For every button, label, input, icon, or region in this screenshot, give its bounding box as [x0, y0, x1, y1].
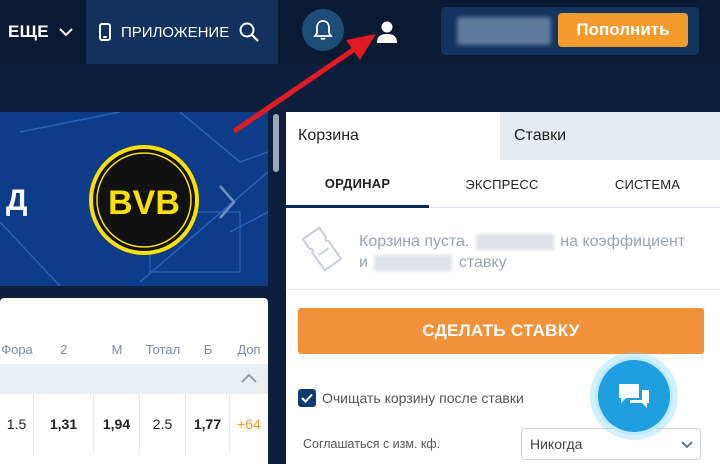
- empty-text-line1-start: Корзина пуста.: [359, 233, 470, 250]
- odds-header-handicap: Фора: [1, 342, 33, 357]
- notifications-button[interactable]: [302, 9, 344, 51]
- tab-bets[interactable]: Ставки: [500, 112, 720, 160]
- more-menu[interactable]: ЕЩЕ: [8, 20, 74, 44]
- odds-cell-2[interactable]: 1,31: [34, 394, 94, 454]
- odds-table: Фора 2 М Тотал Б Доп 1.5 1,31 1,94 2.5 1…: [0, 298, 268, 464]
- odds-change-value: Никогда: [530, 436, 583, 452]
- empty-text-line1-end: на коэффициент: [560, 233, 686, 250]
- support-chat-button[interactable]: [598, 360, 670, 432]
- empty-text-line2-start: и: [359, 254, 368, 271]
- blurred-text: [374, 254, 453, 271]
- empty-cart-text: Корзина пуста. на коэффициент и ставку: [359, 231, 709, 273]
- chevron-down-icon: [681, 441, 693, 449]
- tab-express[interactable]: ЭКСПРЕСС: [429, 162, 575, 208]
- app-tab-label: ПРИЛОЖЕНИЕ: [121, 23, 230, 41]
- ticket-icon: [301, 226, 343, 272]
- odds-cell-total: 2.5: [140, 394, 186, 454]
- odds-header-over: Б: [203, 342, 213, 357]
- odds-cell-more[interactable]: +64: [230, 394, 268, 454]
- blurred-text: [475, 233, 554, 250]
- place-bet-button[interactable]: СДЕЛАТЬ СТАВКУ: [298, 308, 704, 354]
- svg-text:BVB: BVB: [108, 184, 180, 222]
- balance-panel: Пополнить: [441, 7, 699, 55]
- odds-change-label: Соглашаться с изм. кф.: [303, 437, 441, 451]
- search-icon[interactable]: [238, 21, 260, 43]
- tab-system[interactable]: СИСТЕМА: [575, 162, 720, 208]
- odds-header-total: Тотал: [145, 342, 181, 357]
- bet-slip-tabs: Корзина Ставки: [286, 112, 720, 160]
- odds-header-m: М: [111, 342, 123, 357]
- app-download-tab[interactable]: ПРИЛОЖЕНИЕ: [86, 0, 278, 64]
- odds-header-more: Доп: [237, 342, 261, 357]
- odds-cell-m[interactable]: 1,94: [94, 394, 140, 454]
- phone-icon: [99, 23, 111, 41]
- top-navigation-bar: ЕЩЕ ПРИЛОЖЕНИЕ Пополнить: [0, 0, 720, 64]
- balance-value-hidden: [457, 17, 551, 45]
- clear-cart-checkbox[interactable]: [298, 389, 316, 407]
- bell-icon: [313, 20, 333, 40]
- user-profile-icon[interactable]: [376, 20, 398, 44]
- table-row: 1.5 1,31 1,94 2.5 1,77 +64: [0, 394, 268, 454]
- tab-single[interactable]: ОРДИНАР: [286, 162, 429, 208]
- odds-header-2: 2: [60, 342, 68, 357]
- clear-cart-label: Очищать корзину после ставки: [322, 390, 524, 406]
- chevron-up-icon[interactable]: [240, 372, 258, 384]
- promo-banner[interactable]: Д BVB: [0, 112, 268, 286]
- chevron-down-icon: [59, 28, 73, 37]
- odds-group-header: [0, 364, 268, 394]
- scrollbar-thumb[interactable]: [273, 114, 279, 172]
- odds-cell-handicap: 1.5: [0, 394, 34, 454]
- more-menu-label: ЕЩЕ: [8, 22, 49, 41]
- banner-next-arrow-icon[interactable]: [216, 182, 238, 222]
- banner-headline: Д: [6, 184, 28, 217]
- odds-cell-over[interactable]: 1,77: [186, 394, 230, 454]
- bvb-club-logo: BVB: [89, 145, 199, 255]
- empty-cart-message: Корзина пуста. на коэффициент и ставку: [286, 210, 720, 290]
- odds-table-header: Фора 2 М Тотал Б Доп: [0, 342, 268, 364]
- checkmark-icon: [301, 393, 313, 403]
- topup-button[interactable]: Пополнить: [558, 13, 688, 47]
- clear-cart-option[interactable]: Очищать корзину после ставки: [298, 388, 524, 408]
- empty-text-line2-end: ставку: [458, 254, 507, 271]
- tab-cart[interactable]: Корзина: [286, 112, 500, 160]
- bet-type-tabs: ОРДИНАР ЭКСПРЕСС СИСТЕМА: [286, 162, 720, 208]
- chat-bubbles-icon: [619, 384, 649, 408]
